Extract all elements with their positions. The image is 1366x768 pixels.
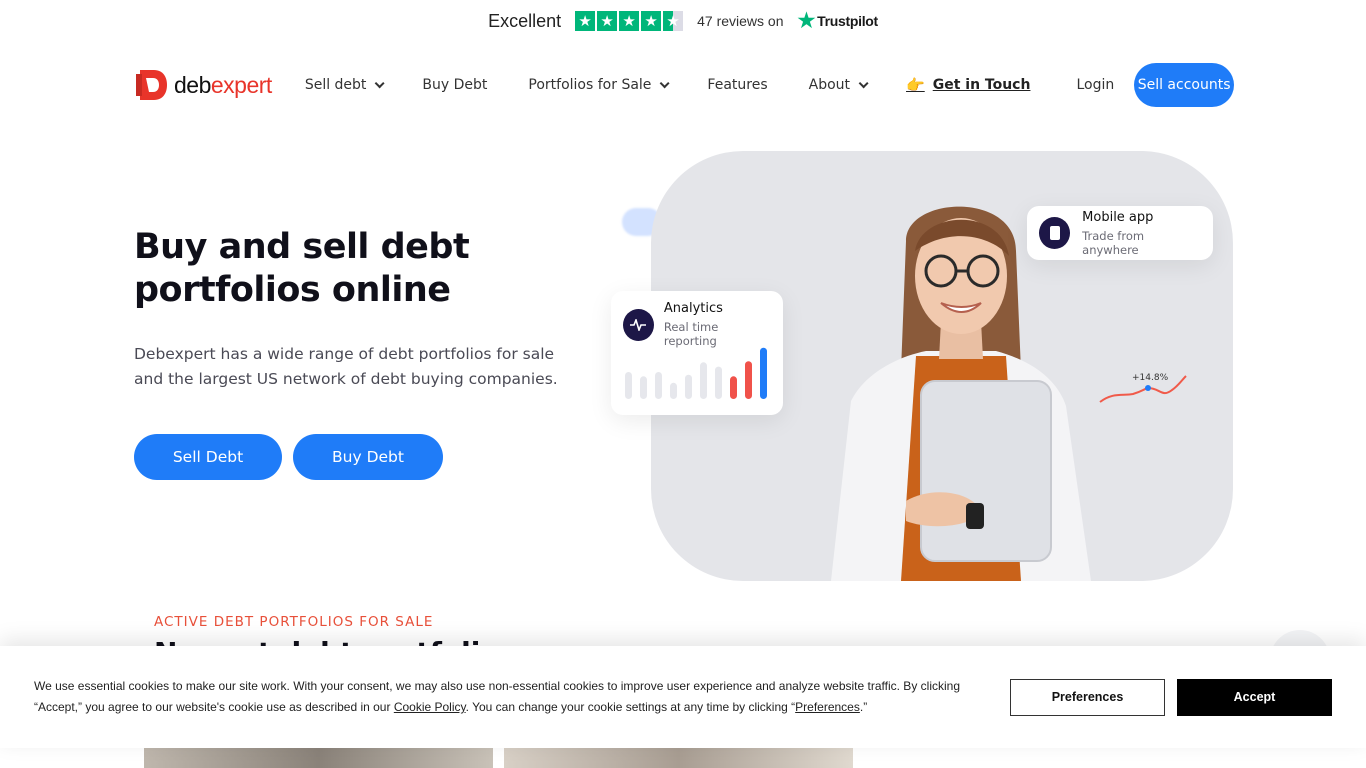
cookie-text-part3: .” (859, 700, 868, 714)
pulse-chart-icon (623, 308, 654, 341)
cookie-text-part2: . You can change your cookie settings at… (465, 700, 796, 714)
analytics-card-header: Analytics Real time reporting (623, 301, 771, 348)
nav-features[interactable]: Features (707, 77, 767, 93)
analytics-title: Analytics (663, 301, 723, 316)
analytics-bar (760, 347, 767, 399)
get-in-touch-label: Get in Touch (932, 77, 1031, 93)
cookie-actions: Preferences Accept (1010, 678, 1332, 716)
trustpilot-star-icon: ★ (797, 10, 816, 32)
nav-sell-debt-label: Sell debt (304, 77, 367, 93)
nav-sell-debt[interactable]: Sell debt (304, 77, 385, 93)
analytics-mini-bar-chart (625, 347, 767, 399)
trustpilot-rating-label: Excellent (488, 10, 562, 31)
trustpilot-brand-name: Trustpilot (817, 13, 878, 29)
nav-features-label: Features (707, 77, 768, 93)
mobile-app-card: Mobile app Trade from anywhere (1027, 206, 1213, 260)
star-icon: ★ (597, 11, 618, 31)
analytics-subtitle: Real time reporting (663, 320, 719, 348)
logo-wordmark-expert: expert (210, 71, 272, 98)
nav-buy-debt[interactable]: Buy Debt (422, 77, 487, 93)
hero-title: Buy and sell debt portfolios online (134, 227, 470, 310)
cookie-consent-text: We use essential cookies to make our sit… (34, 676, 973, 718)
cookie-preferences-button[interactable]: Preferences (1010, 678, 1165, 716)
analytics-bar (745, 361, 752, 399)
main-nav: Sell debt Buy Debt Portfolios for Sale F… (305, 77, 906, 93)
star-icon: ★ (641, 11, 662, 31)
analytics-bar (700, 362, 707, 399)
cookie-policy-link[interactable]: Cookie Policy (394, 700, 466, 714)
site-logo[interactable]: debexpert (136, 68, 272, 102)
get-in-touch-link[interactable]: 👉 Get in Touch (906, 76, 1030, 94)
analytics-bar (625, 372, 632, 399)
analytics-card: Analytics Real time reporting (611, 291, 783, 415)
analytics-bar (685, 374, 692, 399)
nav-about-label: About (808, 77, 851, 93)
cookie-accept-button[interactable]: Accept (1177, 678, 1332, 716)
trustpilot-logo: ★ Trustpilot (797, 10, 879, 32)
logo-wordmark: debexpert (174, 72, 272, 99)
trustpilot-stars: ★ ★ ★ ★ ★ (575, 11, 684, 31)
half-star-icon: ★ (663, 11, 684, 31)
star-icon: ★ (575, 11, 596, 31)
hero-description: Debexpert has a wide range of debt portf… (134, 345, 558, 388)
analytics-bar (670, 382, 677, 399)
nav-buy-debt-label: Buy Debt (422, 77, 488, 93)
analytics-bar (640, 376, 647, 399)
nav-portfolios-for-sale[interactable]: Portfolios for Sale (528, 77, 670, 93)
debexpert-logo-icon (136, 70, 167, 100)
chevron-down-icon (660, 77, 670, 88)
trustpilot-reviews-count: 47 reviews on (697, 13, 784, 29)
section-kicker: ACTIVE DEBT PORTFOLIOS FOR SALE (154, 614, 434, 630)
sell-debt-button[interactable]: Sell Debt (134, 434, 282, 480)
site-header: debexpert Sell debt Buy Debt Portfolios … (136, 62, 1234, 108)
mobile-app-title: Mobile app (1082, 209, 1154, 225)
chevron-down-icon (858, 77, 869, 88)
analytics-bar (655, 372, 662, 399)
buy-debt-button[interactable]: Buy Debt (293, 434, 443, 480)
cookie-consent-banner: We use essential cookies to make our sit… (0, 646, 1366, 748)
analytics-bar (730, 376, 737, 399)
hero-actions: Sell Debt Buy Debt (134, 434, 443, 480)
login-link[interactable]: Login (1076, 77, 1114, 93)
mobile-app-subtitle: Trade from anywhere (1082, 228, 1145, 257)
mobile-phone-icon (1039, 217, 1071, 249)
growth-sparkline: +14.8% (1099, 373, 1187, 403)
star-icon: ★ (619, 11, 640, 31)
cookie-preferences-link[interactable]: Preferences (795, 700, 860, 714)
logo-wordmark-deb: deb (174, 71, 211, 98)
nav-about[interactable]: About (808, 77, 869, 93)
trustpilot-bar[interactable]: Excellent ★ ★ ★ ★ ★ 47 reviews on ★ Trus… (0, 8, 1366, 34)
mobile-app-card-text: Mobile app Trade from anywhere (1082, 210, 1201, 257)
chevron-down-icon (375, 77, 385, 88)
analytics-bar (715, 366, 722, 399)
sell-accounts-button[interactable]: Sell accounts (1134, 63, 1234, 107)
growth-percentage-label: +14.8% (1132, 373, 1169, 383)
analytics-card-text: Analytics Real time reporting (664, 301, 771, 348)
pointing-hand-icon: 👉 (906, 76, 925, 94)
nav-portfolios-label: Portfolios for Sale (528, 77, 652, 93)
